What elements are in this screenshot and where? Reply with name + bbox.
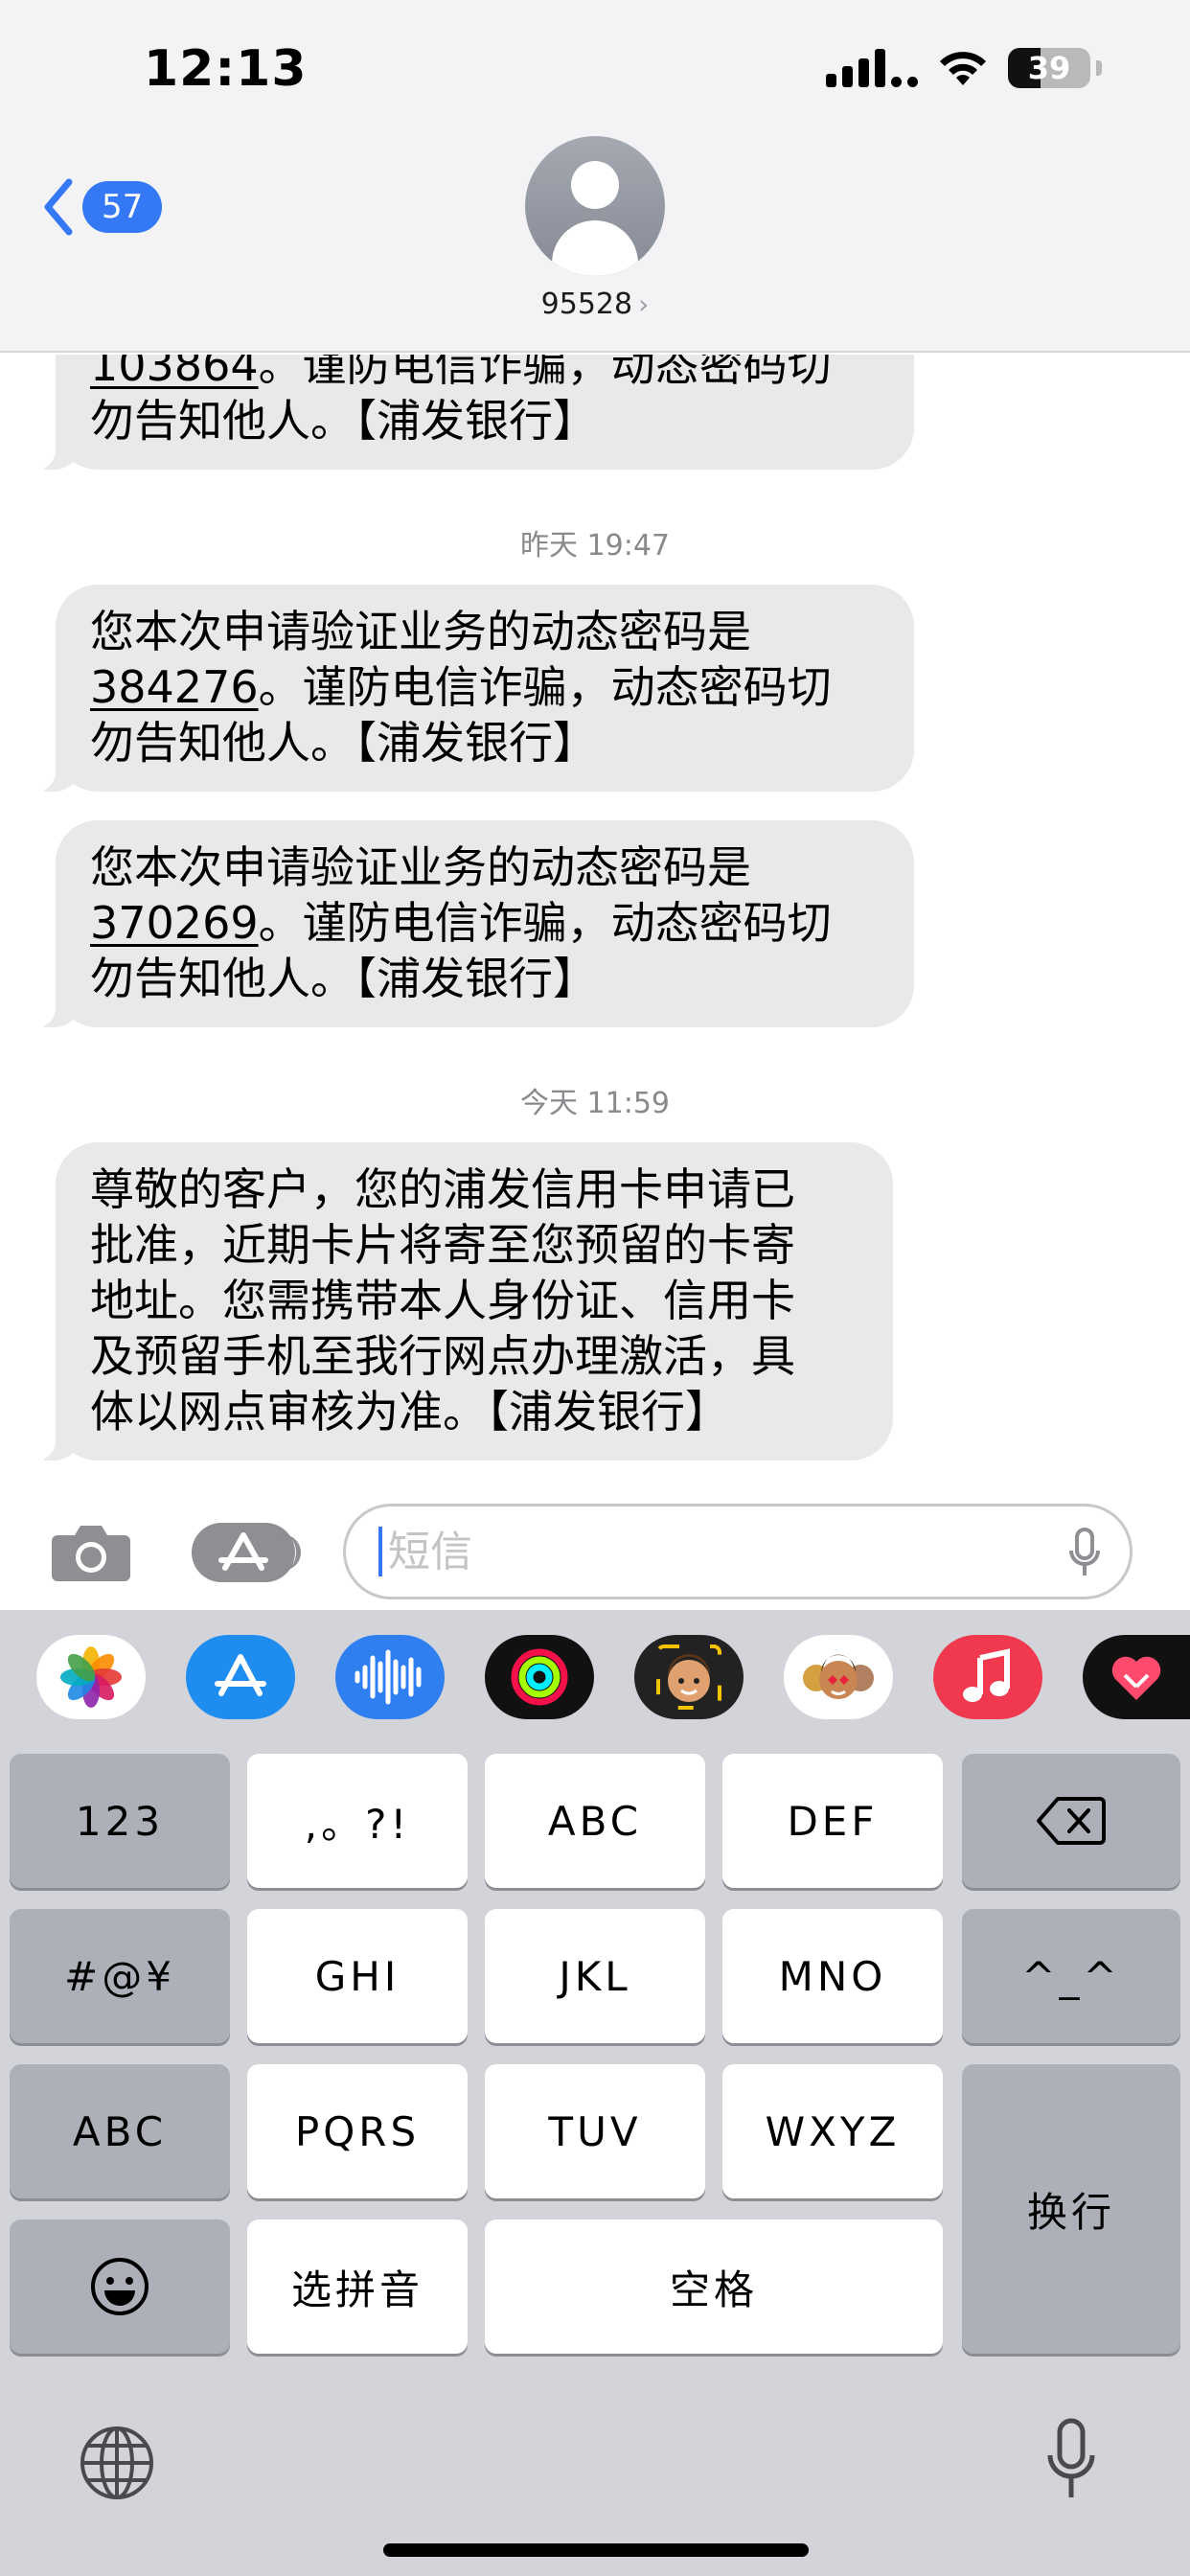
space-key[interactable]: 空格 xyxy=(485,2220,943,2354)
key-def[interactable]: DEF xyxy=(722,1754,943,1888)
message-bubble[interactable]: 103864。谨防电信诈骗，动态密码切 勿告知他人。【浦发银行】 xyxy=(29,355,914,470)
home-indicator[interactable] xyxy=(383,2543,809,2557)
navigation-header: 12:13 39 57 95528 › xyxy=(0,0,1190,353)
key-mno[interactable]: MNO xyxy=(722,1909,943,2043)
message-text: 您本次申请验证业务的动态密码是 xyxy=(90,841,751,893)
key-jkl[interactable]: JKL xyxy=(485,1909,705,2043)
key-ghi[interactable]: GHI xyxy=(247,1909,468,2043)
key-punctuation[interactable]: ,。?! xyxy=(247,1754,468,1888)
message-bubble[interactable]: 您本次申请验证业务的动态密码是 370269。谨防电信诈骗，动态密码切 勿告知他… xyxy=(29,820,914,1027)
key-symbols[interactable]: #@¥ xyxy=(10,1909,230,2043)
key-emoticon[interactable]: ^_^ xyxy=(962,1909,1180,2043)
wifi-icon xyxy=(940,52,986,85)
message-input-field[interactable] xyxy=(343,1504,1133,1599)
message-text: 。谨防电信诈骗，动态密码切 xyxy=(258,897,832,949)
text-cursor xyxy=(378,1527,382,1576)
contact-avatar-icon xyxy=(525,136,665,276)
key-tuv[interactable]: TUV xyxy=(485,2064,705,2198)
delete-icon xyxy=(1037,1797,1106,1845)
app-store-icon[interactable] xyxy=(192,1523,301,1582)
key-abc[interactable]: ABC xyxy=(485,1754,705,1888)
message-text: 批准，近期卡片将寄至您预留的卡寄 xyxy=(90,1219,795,1271)
memoji-stickers-icon[interactable] xyxy=(784,1635,893,1719)
app-store-icon[interactable] xyxy=(186,1635,295,1719)
camera-icon[interactable] xyxy=(50,1522,132,1581)
memoji-icon[interactable] xyxy=(634,1635,744,1719)
verification-code[interactable]: 384276 xyxy=(90,661,259,713)
digital-touch-icon[interactable] xyxy=(1083,1635,1190,1719)
message-thread[interactable]: 103864。谨防电信诈骗，动态密码切 勿告知他人。【浦发银行】 昨天 19:4… xyxy=(0,355,1190,1461)
message-text: 您本次申请验证业务的动态密码是 xyxy=(90,606,751,657)
timestamp: 昨天 19:47 xyxy=(520,529,670,563)
key-123[interactable]: 123 xyxy=(10,1754,230,1888)
status-time: 12:13 xyxy=(144,40,308,98)
status-icons: 39 xyxy=(826,48,1102,88)
dictation-mic-icon[interactable] xyxy=(1068,1528,1101,1579)
photos-icon[interactable] xyxy=(36,1635,146,1719)
music-icon[interactable] xyxy=(933,1635,1042,1719)
keyboard: 123 ,。?! ABC DEF #@¥ GHI JKL MNO ^_^ ABC… xyxy=(0,1610,1190,2576)
return-key[interactable]: 换行 xyxy=(962,2064,1180,2354)
message-bubble[interactable]: 尊敬的客户，您的浦发信用卡申请已 批准，近期卡片将寄至您预留的卡寄 地址。您需携… xyxy=(29,1142,893,1460)
battery-icon: 39 xyxy=(1008,48,1090,88)
message-bubble[interactable]: 您本次申请验证业务的动态密码是 384276。谨防电信诈骗，动态密码切 勿告知他… xyxy=(29,585,914,792)
message-text: 勿告知他人。【浦发银行】 xyxy=(90,717,597,769)
verification-code[interactable]: 103864 xyxy=(90,355,259,391)
imessage-app-drawer xyxy=(0,1635,1190,1731)
delete-key[interactable] xyxy=(962,1754,1180,1888)
message-text: 勿告知他人。【浦发银行】 xyxy=(90,953,597,1004)
message-text: 尊敬的客户，您的浦发信用卡申请已 xyxy=(90,1163,795,1215)
globe-icon[interactable] xyxy=(79,2425,155,2501)
battery-nub xyxy=(1096,60,1102,76)
message-input[interactable] xyxy=(388,1527,1001,1576)
message-text: 。谨防电信诈骗，动态密码切 xyxy=(258,661,832,713)
audio-message-icon[interactable] xyxy=(335,1635,445,1719)
chevron-right-icon: › xyxy=(638,288,650,320)
emoji-key[interactable] xyxy=(10,2220,230,2354)
contact-name: 95528 xyxy=(540,288,633,321)
key-wxyz[interactable]: WXYZ xyxy=(722,2064,943,2198)
key-abc-switch[interactable]: ABC xyxy=(10,2064,230,2198)
timestamp: 今天 11:59 xyxy=(520,1087,670,1120)
message-text: 及预留手机至我行网点办理激活，具 xyxy=(90,1330,795,1382)
compose-bar xyxy=(0,1461,1190,1610)
dictation-mic-icon[interactable] xyxy=(1044,2417,1098,2503)
message-text: 地址。您需携带本人身份证、信用卡 xyxy=(90,1275,795,1326)
fitness-icon[interactable] xyxy=(485,1635,594,1719)
key-pqrs[interactable]: PQRS xyxy=(247,2064,468,2198)
cellular-signal-icon xyxy=(826,49,918,87)
message-text: 勿告知他人。【浦发银行】 xyxy=(90,395,597,447)
emoji-icon xyxy=(91,2258,149,2315)
key-select-pinyin[interactable]: 选拼音 xyxy=(247,2220,468,2354)
message-text: 。谨防电信诈骗，动态密码切 xyxy=(258,355,832,391)
message-text: 体以网点审核为准。【浦发银行】 xyxy=(90,1386,729,1438)
verification-code[interactable]: 370269 xyxy=(90,897,259,949)
contact-header[interactable]: 95528 › xyxy=(0,136,1190,321)
battery-percentage: 39 xyxy=(1027,50,1071,86)
